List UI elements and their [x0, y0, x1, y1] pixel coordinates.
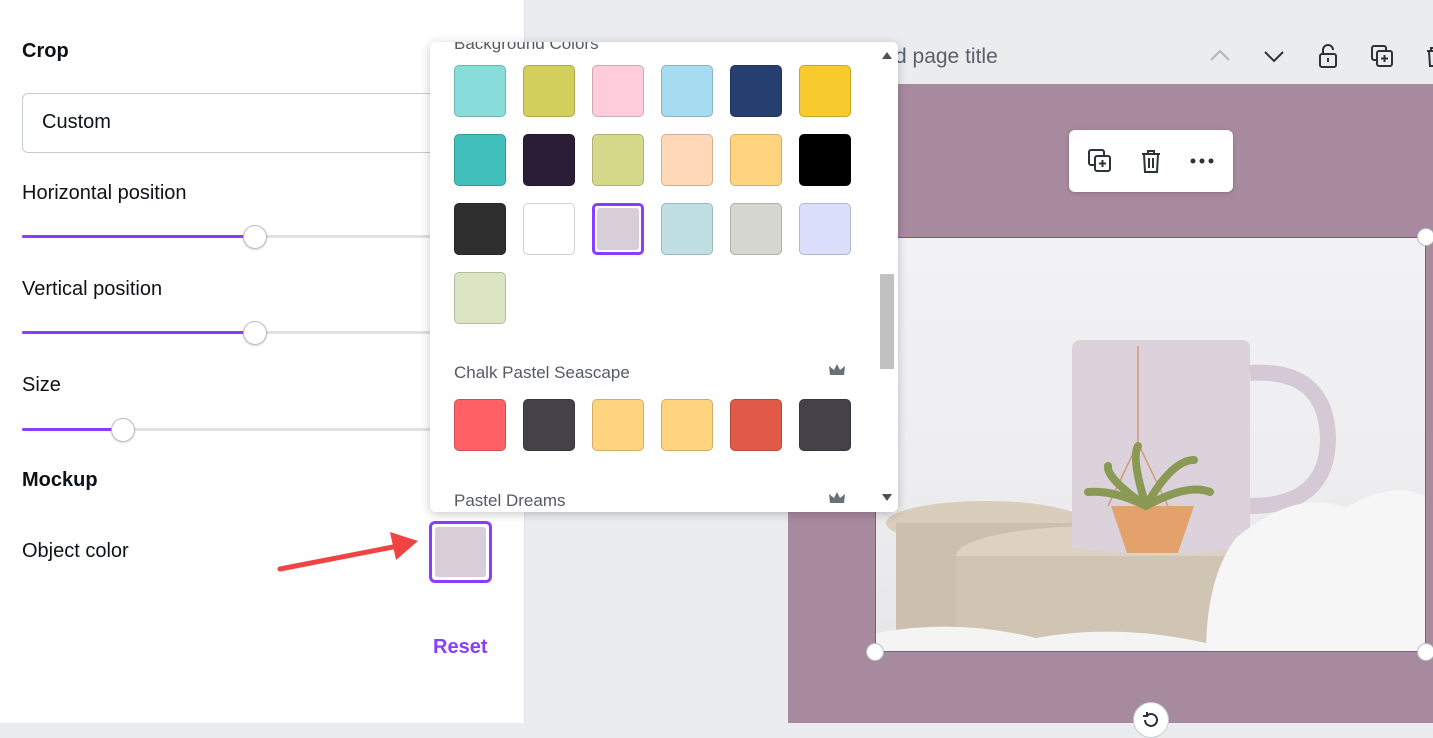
color-swatch[interactable]	[799, 65, 851, 117]
trash-icon[interactable]	[1136, 146, 1166, 176]
color-swatch[interactable]	[799, 134, 851, 186]
horizontal-position-slider[interactable]	[22, 225, 462, 249]
object-color-fill	[435, 527, 486, 577]
crop-select[interactable]: Custom	[22, 93, 462, 153]
popover-scrollbar[interactable]	[876, 42, 898, 512]
unlock-icon[interactable]	[1314, 42, 1342, 70]
slider-fill	[22, 428, 124, 431]
slider-thumb[interactable]	[243, 225, 268, 249]
crown-icon	[829, 492, 845, 503]
slider-fill	[22, 331, 256, 334]
color-swatch[interactable]	[730, 203, 782, 255]
color-swatch[interactable]	[454, 272, 506, 324]
reset-button[interactable]: Reset	[433, 636, 487, 659]
horizontal-position-label: Horizontal position	[22, 182, 187, 204]
color-swatch[interactable]	[730, 399, 782, 451]
size-label: Size	[22, 374, 61, 396]
slider-thumb[interactable]	[243, 321, 268, 345]
delete-page-icon[interactable]	[1420, 42, 1433, 70]
color-swatch[interactable]	[523, 203, 575, 255]
palette-heading-pastel-dreams: Pastel Dreams	[454, 491, 566, 510]
vertical-position-slider[interactable]	[22, 321, 462, 345]
rotate-icon	[1143, 712, 1158, 727]
resize-handle-top-right[interactable]	[1417, 228, 1433, 246]
more-options-icon[interactable]	[1187, 146, 1217, 176]
color-swatch[interactable]	[592, 399, 644, 451]
color-swatch[interactable]	[454, 203, 506, 255]
color-swatch[interactable]	[799, 203, 851, 255]
scroll-down-arrow-icon[interactable]	[882, 494, 892, 501]
object-color-swatch[interactable]	[429, 521, 492, 583]
resize-handle-bottom-right[interactable]	[1417, 643, 1433, 661]
color-swatch[interactable]	[523, 134, 575, 186]
color-swatch[interactable]	[523, 399, 575, 451]
color-swatch[interactable]	[454, 65, 506, 117]
chevron-up-icon[interactable]	[1206, 42, 1234, 70]
scrollbar-thumb[interactable]	[880, 274, 894, 369]
duplicate-icon[interactable]	[1085, 146, 1115, 176]
color-swatch[interactable]	[592, 65, 644, 117]
duplicate-page-icon[interactable]	[1368, 42, 1396, 70]
chevron-down-icon[interactable]	[1260, 42, 1288, 70]
color-swatch[interactable]	[523, 65, 575, 117]
color-swatch[interactable]	[661, 399, 713, 451]
color-palette-popover: Background Colors Chalk Pastel Seascape …	[430, 42, 898, 512]
palette-heading-background-colors: Background Colors	[454, 42, 599, 53]
color-swatch[interactable]	[730, 65, 782, 117]
size-slider[interactable]	[22, 418, 462, 442]
mockup-section-title: Mockup	[22, 469, 98, 491]
mug-scene-illustration	[876, 340, 1425, 651]
color-swatch[interactable]	[661, 65, 713, 117]
color-swatch[interactable]	[730, 134, 782, 186]
crop-section-title: Crop	[22, 40, 69, 62]
color-swatch[interactable]	[454, 399, 506, 451]
color-swatch[interactable]	[799, 399, 851, 451]
crown-icon	[829, 364, 845, 375]
element-floating-toolbar	[1069, 130, 1233, 192]
color-swatch[interactable]	[661, 203, 713, 255]
slider-fill	[22, 235, 256, 238]
mug-mockup-photo[interactable]	[875, 237, 1426, 652]
page-title[interactable]: d page title	[895, 45, 998, 69]
color-swatch[interactable]	[592, 134, 644, 186]
object-color-label: Object color	[22, 540, 129, 562]
color-swatch[interactable]	[454, 134, 506, 186]
slider-thumb[interactable]	[111, 418, 136, 442]
color-swatch[interactable]	[661, 134, 713, 186]
palette-heading-chalk-pastel-seascape: Chalk Pastel Seascape	[454, 363, 630, 382]
rotate-handle[interactable]	[1133, 702, 1169, 738]
resize-handle-bottom-left[interactable]	[866, 643, 884, 661]
vertical-position-label: Vertical position	[22, 278, 163, 300]
color-swatch[interactable]	[592, 203, 644, 255]
selected-color-fill	[597, 208, 639, 250]
red-arrow-annotation	[277, 532, 418, 572]
scroll-up-arrow-icon[interactable]	[882, 52, 892, 59]
